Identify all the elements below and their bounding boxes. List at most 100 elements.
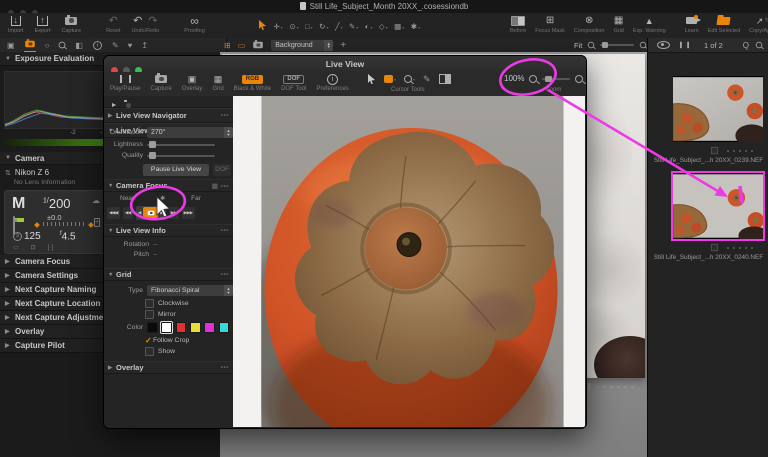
- select-tool-icon[interactable]: [258, 20, 267, 30]
- browser-zoom-icon[interactable]: [755, 41, 763, 49]
- composition-toggle[interactable]: ⊗ Composition: [574, 15, 605, 37]
- lv-info-header[interactable]: ▼ Live View Info •••: [104, 224, 233, 237]
- camera-model[interactable]: Nikon Z 6: [15, 168, 49, 177]
- redo-icon[interactable]: ↷: [148, 15, 157, 26]
- iso-value[interactable]: S 125: [13, 231, 41, 242]
- copy-apply-button[interactable]: ↗✎ Copy/Apply: [749, 15, 768, 37]
- straighten-tool-icon[interactable]: ╱▾: [335, 16, 343, 34]
- pause-live-view-button[interactable]: Pause Live View: [143, 163, 209, 176]
- lv-split-view-icon[interactable]: [438, 74, 451, 84]
- grid-type-stepper[interactable]: ▲ ▼: [224, 285, 233, 296]
- focus-near-medium-button[interactable]: ◀◀: [122, 206, 133, 219]
- output-tab-icon[interactable]: ↥: [141, 38, 148, 52]
- import-button[interactable]: ↓ Import: [8, 15, 24, 37]
- panel-menu-icon[interactable]: •••: [221, 112, 229, 119]
- lv-zoom-out-icon[interactable]: [529, 74, 538, 83]
- grid-color-white[interactable]: [160, 321, 174, 334]
- info-tab-icon[interactable]: i: [92, 38, 103, 52]
- lv-loupe-tool-icon[interactable]: ▾: [404, 75, 415, 83]
- live-view-titlebar[interactable]: Live View: [104, 56, 586, 74]
- lv-navigator-header[interactable]: ▶ Live View Navigator •••: [104, 108, 233, 123]
- lens-tab-icon[interactable]: ○: [45, 38, 50, 52]
- learn-button[interactable]: Learn: [685, 15, 702, 37]
- exposure-warning-toggle[interactable]: ▲ Exp. Warning: [633, 15, 666, 37]
- rotate-tool-icon[interactable]: ↻▾: [319, 16, 328, 34]
- crop-tool-icon[interactable]: □▾: [305, 16, 313, 34]
- lightness-slider[interactable]: [147, 141, 215, 148]
- panel-menu-icon[interactable]: •••: [221, 364, 229, 371]
- follow-crop-checkbox[interactable]: ✓: [145, 336, 153, 345]
- gradient-mask-tool-icon[interactable]: ✱▾: [411, 16, 420, 34]
- viewer-zoom-slider[interactable]: [600, 42, 635, 48]
- grid-color-magenta[interactable]: [204, 322, 216, 333]
- mirror-checkbox[interactable]: [145, 310, 154, 319]
- lv-grid-header[interactable]: ▼ Grid •••: [104, 268, 233, 281]
- lv-preferences-button[interactable]: i Preferences: [316, 73, 349, 92]
- grid-toggle[interactable]: ▦ Grid: [613, 15, 623, 37]
- grid-color-black[interactable]: [147, 322, 158, 333]
- loupe-tool-icon[interactable]: ⊙▾: [289, 16, 298, 34]
- focus-settings-gear-icon[interactable]: ✱: [160, 195, 165, 202]
- focus-tab-icon[interactable]: [58, 38, 66, 52]
- lv-grid-button[interactable]: ▦ Grid: [212, 74, 223, 93]
- camera-select-icon[interactable]: ⇅: [5, 169, 11, 177]
- add-overlay-button[interactable]: +: [340, 38, 346, 52]
- capture-button[interactable]: Capture: [62, 14, 81, 37]
- lv-zoom-slider[interactable]: [542, 75, 571, 82]
- panel-menu-icon[interactable]: •••: [221, 227, 229, 234]
- shutter-speed[interactable]: 1/200: [43, 196, 71, 211]
- draw-mask-tool-icon[interactable]: ✎▾: [349, 16, 358, 34]
- lv-overlay-header[interactable]: ▶ Overlay •••: [104, 361, 233, 374]
- lv-pick-focus-tool-icon[interactable]: ✎: [423, 75, 431, 84]
- pick-checkbox[interactable]: [710, 146, 719, 155]
- focus-far-medium-button[interactable]: ▶▶: [168, 206, 179, 219]
- exposure-compensation[interactable]: ±0.0: [47, 213, 62, 222]
- grid-color-cyan[interactable]: [218, 322, 230, 333]
- multi-view-icon[interactable]: ⊞: [224, 38, 231, 52]
- single-view-icon[interactable]: ▭: [238, 38, 246, 52]
- panel-menu-icon[interactable]: •••: [221, 183, 229, 190]
- play-pause-button[interactable]: Play/Pause: [110, 74, 140, 92]
- aperture-value[interactable]: f4.5: [60, 231, 76, 242]
- before-toggle[interactable]: Before: [510, 15, 526, 37]
- background-select[interactable]: Background ▲ ▼: [271, 39, 334, 51]
- proof-view-icon[interactable]: [252, 38, 264, 52]
- fit-label[interactable]: Fit: [574, 41, 582, 50]
- capture-tab-icon[interactable]: [23, 37, 36, 53]
- lv-camera-focus-header[interactable]: ▼ Camera Focus ▦ •••: [104, 179, 233, 192]
- zoom-in-icon[interactable]: [640, 41, 647, 49]
- focus-far-large-button[interactable]: ▶▶▶: [181, 206, 195, 219]
- live-view-window[interactable]: Live View Play/Pause Capture ▣ Overlay ▦…: [103, 55, 587, 429]
- orientation-select[interactable]: 270° ▲ ▼: [147, 127, 233, 138]
- undo-redo-buttons[interactable]: ↶ ↷ Undo/Redo: [131, 15, 159, 37]
- library-tab-icon[interactable]: ▣: [7, 38, 15, 52]
- dof-button[interactable]: DOF: [213, 163, 231, 176]
- black-white-button[interactable]: RGB Black & White: [234, 74, 271, 92]
- show-grid-checkbox[interactable]: [145, 347, 154, 356]
- exposure-tab-icon[interactable]: ◧: [75, 38, 83, 52]
- export-button[interactable]: ↑ Export: [35, 15, 51, 37]
- focus-mask-toggle[interactable]: ⊞ Focus Mask: [535, 15, 565, 37]
- clockwise-checkbox[interactable]: [145, 299, 154, 308]
- search-icon[interactable]: Q: [743, 41, 749, 50]
- lv-select-tool-icon[interactable]: [367, 74, 376, 84]
- dof-tool-button[interactable]: DOF DOF Tool: [281, 74, 306, 92]
- grid-color-red[interactable]: [175, 322, 187, 333]
- reset-button[interactable]: ↶ Reset: [106, 15, 120, 37]
- lv-zoom-value[interactable]: 100%: [504, 74, 524, 83]
- zoom-out-icon[interactable]: [588, 41, 595, 49]
- proofing-button[interactable]: ∞ Proofing: [184, 14, 205, 37]
- lv-capture-button[interactable]: Capture: [150, 73, 172, 92]
- focus-near-large-button[interactable]: ◀◀◀: [107, 206, 120, 219]
- lv-overlay-button[interactable]: ▣ Overlay: [182, 74, 203, 93]
- lv-zoom-in-icon[interactable]: [575, 74, 584, 83]
- pan-tool-icon[interactable]: ✛▾: [274, 16, 283, 34]
- live-view-image[interactable]: [233, 96, 585, 427]
- pause-browser-icon[interactable]: [680, 41, 689, 49]
- thumbnail-1[interactable]: [672, 76, 768, 147]
- thumbnail-2-selected[interactable]: [671, 171, 768, 245]
- orientation-stepper[interactable]: ▲ ▼: [224, 127, 233, 138]
- erase-mask-tool-icon[interactable]: ◐▾: [365, 16, 373, 34]
- favorites-tab-icon[interactable]: ♥: [128, 38, 133, 52]
- metadata-tab-icon[interactable]: ✎: [112, 38, 119, 52]
